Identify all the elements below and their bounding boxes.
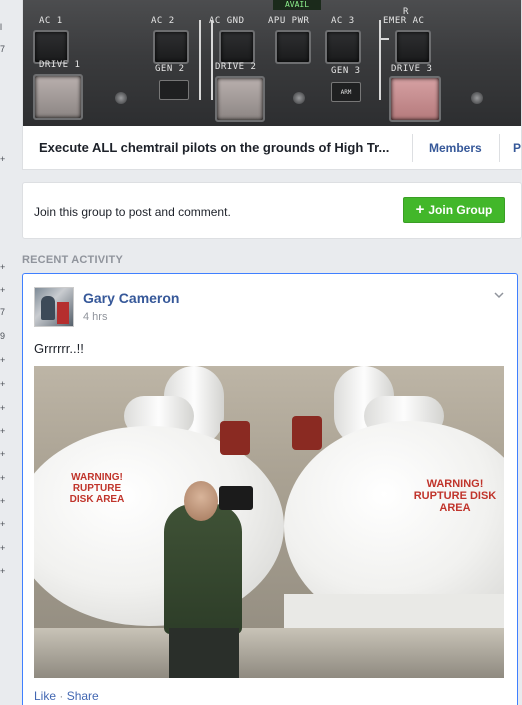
cover-label-ac2: AC 2 (151, 16, 175, 26)
left-glyph: + (0, 519, 6, 529)
image-deck (284, 594, 504, 632)
cover-label-drive1: DRIVE 1 (39, 60, 81, 70)
join-group-button[interactable]: + Join Group (403, 197, 505, 223)
image-person-head (184, 481, 218, 521)
cover-screw (471, 92, 483, 104)
avatar[interactable] (34, 287, 74, 327)
left-glyph: 7 (0, 44, 6, 54)
join-group-label: Join Group (428, 203, 493, 217)
chevron-down-icon[interactable] (494, 287, 504, 299)
image-person-legs (169, 628, 239, 678)
cover-screw (115, 92, 127, 104)
left-glyph: + (0, 473, 6, 483)
cover-label-apu-pwr: APU PWR (268, 16, 310, 26)
left-glyph: + (0, 262, 6, 272)
image-warning-left: WARNING! RUPTURE DISK AREA (69, 472, 125, 505)
cover-label-ac-gnd: AC GND (209, 16, 245, 26)
cover-label-ac1: AC 1 (39, 16, 63, 26)
cover-switch (275, 30, 311, 64)
cover-photo[interactable]: AVAIL AC 1 AC 2 AC GND APU PWR AC 3 EMER… (23, 0, 521, 126)
group-title[interactable]: Execute ALL chemtrail pilots on the grou… (39, 140, 399, 155)
post-timestamp[interactable]: 4 hrs (83, 311, 107, 323)
cover-indicator (159, 80, 189, 100)
cover-switch-lit (33, 74, 83, 120)
cover-label-gen3: GEN 3 (331, 66, 361, 76)
left-glyph: + (0, 566, 6, 576)
tab-members[interactable]: Members (429, 141, 482, 155)
divider (412, 134, 413, 162)
left-glyph: l (0, 22, 2, 32)
post-image[interactable]: WARNING! RUPTURE DISK AREA WARNING! RUPT… (34, 366, 504, 678)
cover-switch (33, 30, 69, 64)
left-glyph: + (0, 426, 6, 436)
image-valve (292, 416, 322, 450)
left-glyph: + (0, 403, 6, 413)
like-link[interactable]: Like (34, 689, 56, 703)
cover-label-emer-ac: EMER AC (383, 16, 425, 26)
divider (499, 134, 500, 162)
camera-icon (219, 486, 253, 510)
cover-indicator-arm: ARM (331, 82, 361, 102)
cover-label-drive3: DRIVE 3 (391, 64, 433, 74)
post-text: Grrrrrr..!! (34, 341, 84, 356)
recent-activity-header: RECENT ACTIVITY (22, 254, 123, 266)
left-glyph: 9 (0, 331, 6, 341)
cover-divider (199, 20, 201, 100)
left-glyph: + (0, 543, 6, 553)
cover-screw (293, 92, 305, 104)
post-card: Gary Cameron 4 hrs Grrrrrr..!! WARNING! … (22, 273, 518, 705)
cover-switch-red (389, 76, 441, 122)
group-cover-card: AVAIL AC 1 AC 2 AC GND APU PWR AC 3 EMER… (22, 0, 522, 170)
left-glyph: + (0, 449, 6, 459)
post-actions: Like · Share (34, 689, 99, 703)
cover-divider (211, 20, 213, 100)
cover-label-drive2: DRIVE 2 (215, 62, 257, 72)
cover-switch (153, 30, 189, 64)
cover-label-r: R (403, 7, 409, 17)
cover-switch (325, 30, 361, 64)
cover-switch (395, 30, 431, 64)
image-warning-right: WARNING! RUPTURE DISK AREA (413, 478, 497, 514)
image-floor (34, 628, 504, 678)
left-glyph: 7 (0, 307, 6, 317)
join-group-card: Join this group to post and comment. + J… (22, 182, 522, 239)
left-glyph: + (0, 154, 6, 164)
join-prompt: Join this group to post and comment. (34, 205, 231, 219)
cover-label-avail: AVAIL (273, 0, 321, 10)
image-valve (220, 421, 250, 455)
left-clipped-column: l 7 + + + 7 9 + + + + + + + + + + (0, 0, 14, 705)
cover-switch (219, 30, 255, 64)
cover-label-gen2: GEN 2 (155, 64, 185, 74)
share-link[interactable]: Share (67, 689, 99, 703)
left-glyph: + (0, 379, 6, 389)
cover-label-ac3: AC 3 (331, 16, 355, 26)
plus-icon: + (415, 201, 425, 218)
cover-divider (379, 38, 389, 40)
left-glyph: + (0, 496, 6, 506)
post-author[interactable]: Gary Cameron (83, 290, 179, 306)
cover-divider (379, 20, 381, 100)
left-glyph: + (0, 355, 6, 365)
image-person (164, 504, 242, 634)
left-glyph: + (0, 285, 6, 295)
group-title-row: Execute ALL chemtrail pilots on the grou… (23, 126, 521, 169)
tab-photos[interactable]: Photos (513, 141, 521, 155)
action-separator: · (59, 689, 64, 703)
cover-switch-lit (215, 76, 265, 122)
image-tank-left (34, 426, 284, 626)
